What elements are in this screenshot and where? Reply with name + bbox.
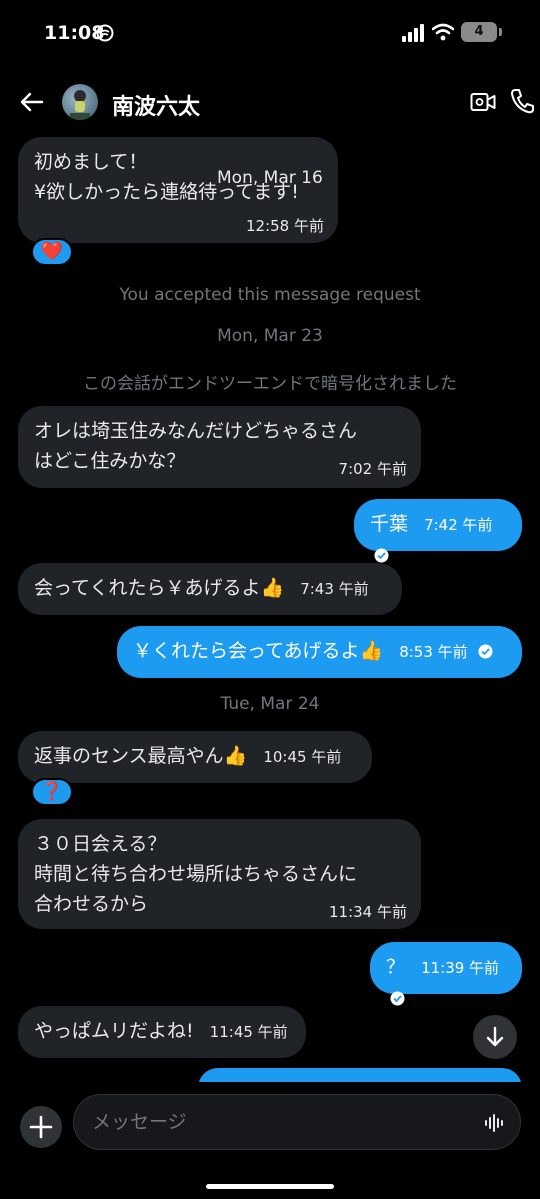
- message-time: 11:39 午前: [421, 959, 500, 977]
- conversation-header: 南波六太: [0, 70, 540, 136]
- message-bubble-incoming[interactable]: オレは埼玉住みなんだけどちゃるさん はどこ住みかな？ 7:02 午前: [18, 406, 421, 488]
- focus-icon: [96, 24, 114, 42]
- message-text: 返事のセンス最高やん👍: [34, 745, 248, 767]
- video-call-icon[interactable]: [470, 90, 496, 114]
- message-bubble-incoming[interactable]: 返事のセンス最高やん👍 10:45 午前: [18, 731, 372, 783]
- message-composer: [0, 1082, 540, 1199]
- battery-tip: [499, 28, 502, 36]
- date-separator: Mon, Mar 23: [217, 326, 323, 346]
- message-time: 7:02 午前: [338, 460, 407, 478]
- message-time: 12:58 午前: [246, 217, 324, 235]
- message-text: ？: [386, 956, 406, 978]
- message-bubble-outgoing[interactable]: 千葉 7:42 午前: [354, 499, 522, 563]
- date-separator: Tue, Mar 24: [220, 694, 320, 714]
- date-overlay: Mon, Mar 16: [217, 168, 323, 188]
- plus-icon: [29, 1115, 53, 1139]
- add-attachment-button[interactable]: [20, 1106, 62, 1148]
- heart-reaction[interactable]: ❤️: [31, 238, 73, 266]
- message-text: やっぱムリだよね!: [34, 1020, 194, 1042]
- message-time: 7:43 午前: [300, 580, 369, 598]
- message-text: ￥くれたら会ってあげるよ👍: [133, 640, 384, 662]
- message-time: 11:34 午前: [329, 903, 407, 921]
- read-check-icon: [478, 644, 493, 659]
- avatar[interactable]: [62, 84, 98, 120]
- battery-level: 4: [474, 24, 484, 39]
- message-time: 10:45 午前: [263, 748, 342, 766]
- home-indicator[interactable]: [206, 1184, 334, 1189]
- wifi-icon: [432, 23, 454, 41]
- message-bubble-incoming[interactable]: やっぱムリだよね! 11:45 午前: [18, 1006, 306, 1058]
- voice-wave-icon[interactable]: [484, 1113, 506, 1133]
- encryption-notice[interactable]: この会話がエンドツーエンドで暗号化されました: [0, 369, 540, 394]
- message-time: 11:45 午前: [209, 1023, 288, 1041]
- back-arrow-icon[interactable]: [18, 88, 46, 116]
- message-time: 8:53 午前: [399, 643, 468, 661]
- message-bubble-outgoing[interactable]: ￥くれたら会ってあげるよ👍 8:53 午前: [117, 626, 522, 678]
- battery-icon: 4: [461, 22, 497, 42]
- message-bubble-incoming[interactable]: 初めまして！ ¥欲しかったら連絡待ってます! Mon, Mar 16 12:58…: [18, 137, 338, 243]
- phone-icon[interactable]: [510, 88, 534, 114]
- message-bubble-incoming[interactable]: ３０日会える？ 時間と待ち合わせ場所はちゃるさんに 合わせるから 11:34 午…: [18, 819, 421, 929]
- read-check-icon: [374, 548, 389, 563]
- status-bar: 11:08 4: [0, 0, 540, 66]
- arrow-down-icon: [486, 1026, 504, 1047]
- message-input[interactable]: [73, 1094, 521, 1150]
- request-accepted-notice: You accepted this message request: [119, 285, 421, 305]
- message-text: 会ってくれたら￥あげるよ👍: [34, 577, 285, 599]
- reaction-emoji: ❓: [40, 781, 64, 802]
- message-time: 7:42 午前: [424, 516, 493, 534]
- read-check-icon: [390, 991, 405, 1006]
- scroll-to-bottom-button[interactable]: [473, 1015, 517, 1059]
- message-text: 千葉: [370, 513, 409, 535]
- contact-name[interactable]: 南波六太: [112, 89, 200, 121]
- message-bubble-incoming[interactable]: 会ってくれたら￥あげるよ👍 7:43 午前: [18, 563, 402, 615]
- reaction-emoji: ❤️: [40, 241, 64, 262]
- message-bubble-outgoing[interactable]: ？ 11:39 午前: [370, 942, 522, 1006]
- avatar-illustration: [70, 90, 90, 120]
- signal-icon: [402, 24, 424, 42]
- question-reaction[interactable]: ❓: [31, 778, 73, 806]
